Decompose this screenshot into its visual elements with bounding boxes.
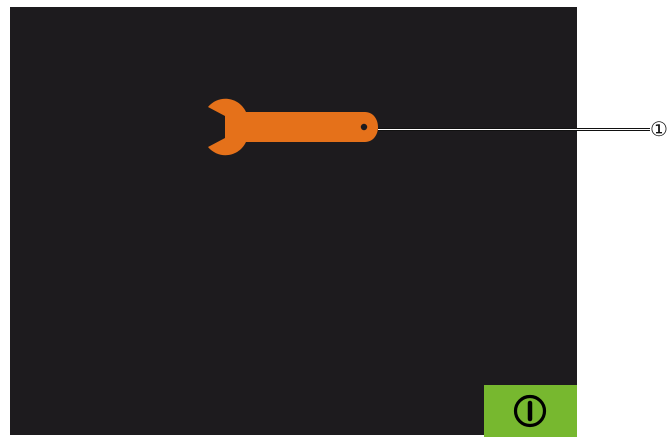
device-screen bbox=[10, 7, 577, 435]
power-button[interactable] bbox=[484, 385, 577, 437]
power-icon bbox=[513, 394, 547, 428]
page: ① bbox=[0, 0, 672, 437]
callout-leader-line bbox=[378, 128, 650, 131]
callout-label: ① bbox=[650, 117, 668, 141]
wrench-icon[interactable] bbox=[195, 95, 380, 159]
